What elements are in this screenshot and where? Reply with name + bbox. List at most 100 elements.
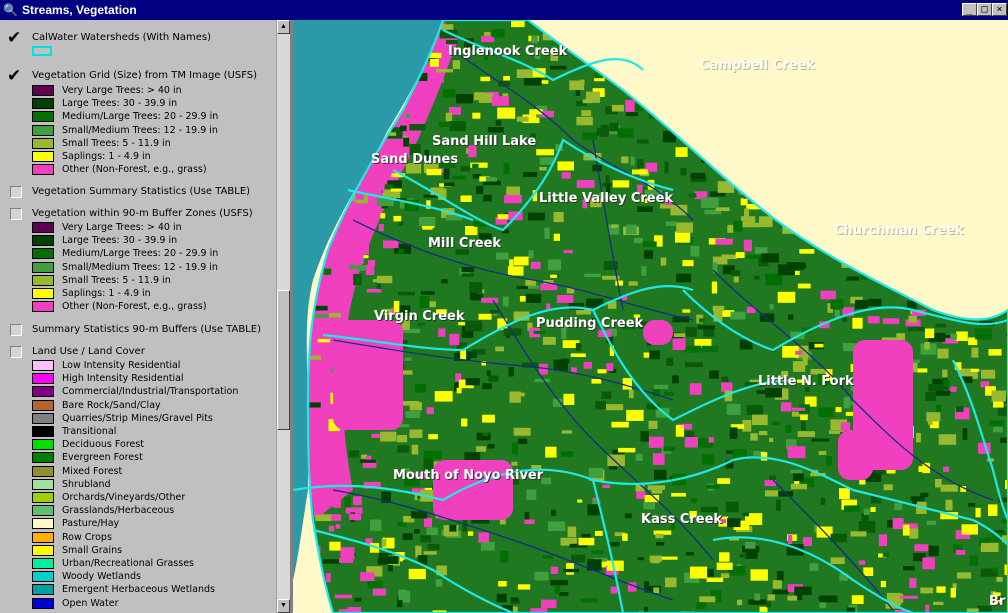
magnifier-icon: 🔍 — [3, 3, 18, 17]
layer-name[interactable]: Land Use / Land Cover — [32, 346, 145, 358]
vegetation-cell — [559, 592, 569, 597]
legend-entry: Saplings: 1 - 4.9 in — [32, 288, 272, 300]
vegetation-cell — [668, 87, 682, 91]
vegetation-cell — [752, 414, 768, 426]
vegetation-cell — [698, 93, 708, 104]
vegetation-cell — [814, 343, 824, 348]
vegetation-cell — [775, 132, 784, 144]
vegetation-cell — [935, 71, 949, 82]
vegetation-cell — [566, 563, 574, 575]
legend-swatch — [32, 505, 54, 516]
vegetation-cell — [637, 159, 644, 169]
vegetation-cell — [725, 501, 739, 513]
layer-visibility-checkbox[interactable]: ✔ — [7, 30, 21, 47]
close-button[interactable]: × — [992, 3, 1007, 16]
map-label: Little Valley Creek — [539, 191, 674, 206]
vegetation-cell — [464, 452, 481, 461]
vegetation-cell — [744, 127, 749, 138]
vegetation-cell — [630, 156, 635, 166]
vegetation-cell — [696, 602, 707, 609]
layer-name[interactable]: Summary Statistics 90-m Buffers (Use TAB… — [32, 324, 261, 336]
non-forest-patch — [713, 110, 753, 150]
vegetation-cell — [322, 559, 341, 564]
vegetation-cell — [820, 290, 836, 300]
vegetation-cell — [970, 195, 981, 203]
map-view[interactable]: Inglenook Creek Campbell Creek Sand Hill L… — [293, 20, 1008, 613]
vegetation-cell — [569, 31, 588, 35]
vegetation-cell — [312, 314, 329, 318]
layer-name[interactable]: Vegetation within 90-m Buffer Zones (USF… — [32, 208, 253, 220]
vegetation-cell — [972, 196, 981, 208]
vegetation-cell — [816, 183, 834, 193]
vegetation-cell — [830, 557, 845, 564]
legend-swatch — [32, 400, 54, 411]
vegetation-cell — [480, 76, 491, 82]
legend-entry-label: Shrubland — [62, 479, 111, 490]
layer-name[interactable]: CalWater Watersheds (With Names) — [32, 32, 211, 44]
layer-visibility-checkbox[interactable]: ✔ — [7, 68, 21, 85]
vegetation-cell — [655, 533, 664, 539]
vegetation-cell — [949, 100, 960, 105]
vegetation-cell — [351, 243, 369, 255]
window-title: Streams, Vegetation — [22, 3, 137, 17]
vegetation-cell — [730, 311, 746, 320]
layer-name[interactable]: Vegetation Summary Statistics (Use TABLE… — [32, 186, 250, 198]
vegetation-cell — [942, 379, 950, 388]
scroll-down-button[interactable]: ▼ — [277, 599, 290, 613]
legend-entry-label: Small/Medium Trees: 12 - 19.9 in — [62, 262, 218, 273]
vegetation-cell — [513, 427, 531, 436]
vegetation-cell — [754, 593, 761, 601]
layer-name[interactable]: Vegetation Grid (Size) from TM Image (US… — [32, 70, 257, 82]
vegetation-cell — [405, 411, 421, 418]
vegetation-cell — [716, 562, 733, 570]
vegetation-cell — [545, 446, 557, 458]
layer-visibility-checkbox[interactable] — [10, 324, 22, 336]
map-label: Mill Creek — [428, 236, 502, 251]
vegetation-cell — [449, 121, 466, 131]
vegetation-cell — [399, 125, 407, 132]
vegetation-cell — [449, 333, 460, 346]
vegetation-cell — [737, 599, 743, 606]
vegetation-cell — [770, 143, 789, 150]
vegetation-cell — [818, 116, 828, 126]
legend-entry-label: Orchards/Vineyards/Other — [62, 492, 186, 503]
vegetation-cell — [315, 514, 332, 522]
vegetation-cell — [834, 20, 850, 29]
vegetation-cell — [799, 249, 815, 254]
vegetation-cell — [825, 22, 831, 30]
vegetation-cell — [750, 569, 768, 581]
legend-swatch — [32, 275, 54, 286]
legend-entry-label: Bare Rock/Sand/Clay — [62, 400, 161, 411]
vegetation-cell — [510, 597, 519, 602]
vegetation-cell — [745, 24, 761, 32]
vegetation-cell — [625, 112, 639, 117]
layer-visibility-checkbox[interactable] — [10, 208, 22, 220]
vegetation-cell — [993, 401, 1004, 408]
vegetation-cell — [956, 331, 968, 341]
vegetation-cell — [369, 180, 385, 192]
vegetation-cell — [854, 185, 869, 197]
maximize-button[interactable]: □ — [977, 3, 992, 16]
vegetation-cell — [975, 135, 980, 142]
vegetation-cell — [626, 409, 644, 421]
vegetation-cell — [337, 227, 354, 234]
vegetation-cell — [511, 461, 518, 466]
vegetation-cell — [765, 273, 783, 286]
scroll-thumb[interactable] — [277, 290, 290, 430]
vegetation-cell — [478, 532, 489, 543]
title-bar[interactable]: 🔍 Streams, Vegetation _ □ × — [0, 0, 1008, 20]
legend-scrollbar[interactable]: ▲ ▼ — [276, 20, 290, 613]
scroll-up-button[interactable]: ▲ — [277, 20, 290, 34]
layer-visibility-checkbox[interactable] — [10, 346, 22, 358]
vegetation-cell — [316, 456, 324, 465]
vegetation-cell — [632, 74, 643, 79]
vegetation-cell — [853, 251, 868, 256]
legend-swatch — [32, 235, 54, 246]
minimize-button[interactable]: _ — [962, 3, 977, 16]
vegetation-cell — [717, 478, 731, 484]
layer-visibility-checkbox[interactable] — [10, 186, 22, 198]
non-forest-patch — [838, 430, 873, 480]
vegetation-cell — [541, 599, 557, 609]
vegetation-cell — [908, 157, 925, 164]
vegetation-cell — [977, 61, 989, 71]
